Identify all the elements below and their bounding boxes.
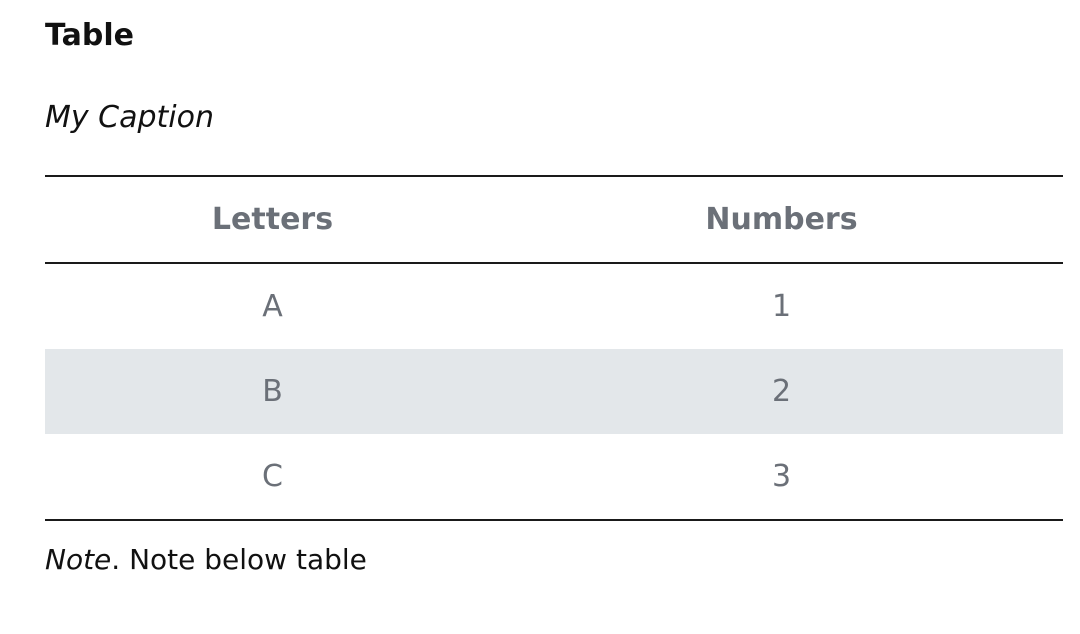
- note-lead: Note: [45, 543, 112, 576]
- table-row: C 3: [45, 434, 1063, 520]
- table-cell-number: 1: [771, 289, 792, 324]
- table-row: B 2: [45, 349, 1063, 434]
- note-text: . Note below table: [111, 543, 367, 576]
- table-row: A 1: [45, 263, 1063, 349]
- table-cell-letter: B: [262, 374, 283, 409]
- table-caption: My Caption: [45, 100, 215, 135]
- column-header-numbers: Numbers: [705, 202, 858, 237]
- table-note: Note. Note below table: [45, 538, 367, 582]
- table-cell-number: 2: [771, 374, 792, 409]
- table-cell-letter: A: [262, 289, 283, 324]
- column-header-letters: Letters: [211, 202, 334, 237]
- table-cell-number: 3: [771, 459, 792, 494]
- data-table: Letters Numbers A 1 B 2 C 3: [45, 175, 1063, 521]
- table-cell-letter: C: [262, 459, 283, 494]
- table-title: Table: [45, 18, 134, 53]
- table-header-row: Letters Numbers: [45, 176, 1063, 263]
